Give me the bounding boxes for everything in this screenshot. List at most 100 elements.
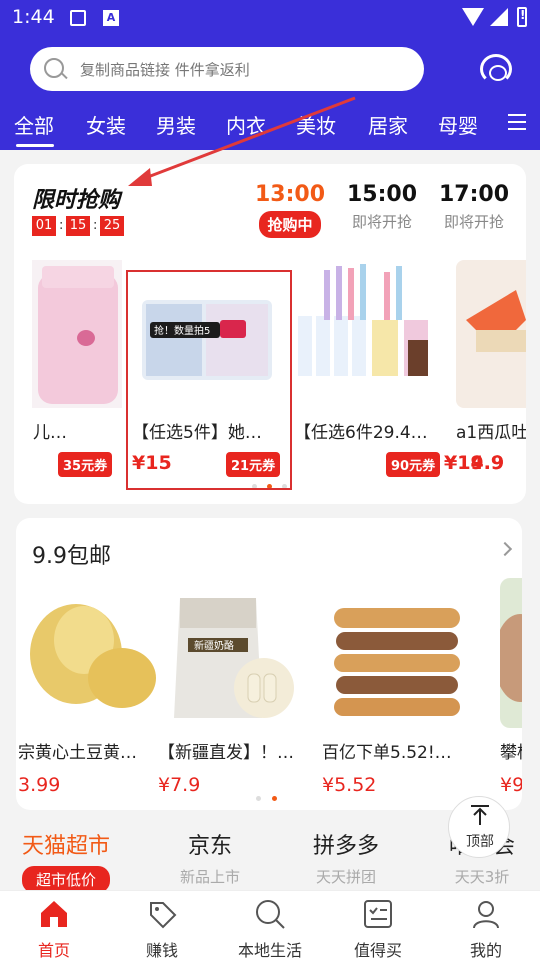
nav-me[interactable]: 我的 [432, 897, 540, 960]
channel-subtitle: 天天拼团 [315, 868, 376, 886]
channel-subtitle: 天天3折 [454, 868, 510, 886]
category-tabs: 全部 女装 男装 内衣 美妆 居家 母婴 [0, 108, 500, 148]
countdown-seconds: 25 [100, 216, 124, 236]
product-card[interactable]: 新疆奶酪 【新疆直发】！… ¥7.9 [158, 578, 308, 808]
tab-all[interactable]: 全部 [14, 110, 54, 139]
product-card[interactable]: 装】婴儿… 35元券 [32, 260, 130, 490]
session-status: 即将开抢 [351, 213, 412, 231]
product-image [322, 578, 472, 728]
bag-label-text: 新疆奶酪 [194, 639, 234, 652]
product-image [294, 260, 442, 408]
tag-icon [150, 902, 177, 929]
product-image [32, 260, 130, 408]
customer-service-icon[interactable] [480, 54, 512, 84]
nav-label: 本地生活 [237, 941, 302, 960]
session-1700[interactable]: 17:00 即将开抢 [434, 182, 514, 232]
session-status: 即将开抢 [443, 213, 504, 231]
product-price: ¥5.52 [322, 774, 377, 796]
status-time: 1:44 [12, 6, 55, 28]
product-name: 【任选6件29.4… [294, 423, 428, 443]
session-1300[interactable]: 13:00 抢购中 [250, 182, 330, 238]
session-time: 15:00 [346, 182, 418, 207]
session-1500[interactable]: 15:00 即将开抢 [342, 182, 422, 232]
product-card[interactable]: 百亿下单5.52!… ¥5.52 [322, 578, 472, 808]
channel-name: 拼多多 [312, 834, 379, 859]
product-card[interactable]: 攀枝 ¥9 [500, 578, 522, 808]
active-tab-indicator [16, 144, 54, 147]
product-price: ¥7.9 [158, 774, 201, 796]
nav-earn[interactable]: 赚钱 [108, 897, 216, 960]
search-placeholder: 复制商品链接 件件拿返利 [80, 61, 250, 79]
selection-highlight-box [126, 270, 292, 490]
nav-label: 首页 [37, 941, 70, 960]
battery-icon [517, 7, 527, 27]
coupon-badge: 90元券 [386, 452, 441, 477]
tab-beauty[interactable]: 美妆 [296, 110, 336, 139]
session-time: 17:00 [438, 182, 510, 207]
channel-name: 京东 [187, 834, 232, 859]
tab-women[interactable]: 女装 [86, 110, 126, 139]
status-bar: 1:44 A [0, 0, 540, 38]
product-card[interactable]: 【任选6件29.4… 90元券 ¥19.9 [294, 260, 504, 490]
carousel-dot-active [272, 796, 277, 801]
countdown-separator: : [59, 218, 64, 233]
nine-nine-card: 9.9包邮 宗黄心土豆黄… 3.99 新疆奶酪 【新疆直发】！… ¥7.9 百亿… [16, 518, 522, 810]
product-name: 【新疆直发】！… [158, 743, 294, 763]
back-to-top-label: 顶部 [466, 834, 494, 850]
product-name: a1西瓜吐 [456, 423, 526, 443]
nine-nine-product-list: 宗黄心土豆黄… 3.99 新疆奶酪 【新疆直发】！… ¥7.9 百亿下单5.52… [16, 578, 522, 808]
product-name: 攀枝 [500, 743, 522, 763]
product-price: ¥9 [500, 774, 522, 796]
tab-men[interactable]: 男装 [156, 110, 196, 139]
channel-tmall[interactable]: 天猫超市 超市低价 [6, 828, 126, 893]
arrow-up-icon [471, 805, 489, 825]
channel-name: 天猫超市 [21, 834, 110, 859]
channel-subtitle: 新品上市 [179, 868, 240, 886]
nav-label: 我的 [469, 941, 502, 960]
home-icon [41, 901, 67, 927]
product-card[interactable]: 宗黄心土豆黄… 3.99 [18, 578, 168, 808]
product-name: 宗黄心土豆黄… [18, 743, 137, 763]
session-status: 抢购中 [259, 211, 321, 238]
search-icon [256, 900, 285, 929]
countdown-separator: : [93, 218, 98, 233]
user-icon [473, 901, 499, 929]
tab-baby[interactable]: 母婴 [438, 110, 478, 139]
signal-icon [490, 8, 508, 26]
product-image [18, 578, 168, 728]
search-bar[interactable]: 复制商品链接 件件拿返利 [30, 47, 424, 91]
nav-worth-buying[interactable]: 值得买 [324, 897, 432, 960]
countdown-minutes: 15 [66, 216, 90, 236]
app-header: 1:44 A 复制商品链接 件件拿返利 全部 女装 男装 内衣 美妆 居家 母婴 [0, 0, 540, 150]
product-name: 装】婴儿… [32, 423, 67, 443]
checklist-icon [364, 900, 392, 928]
nav-home[interactable]: 首页 [0, 897, 108, 960]
channel-subtitle: 超市低价 [21, 866, 110, 893]
tab-home[interactable]: 居家 [368, 110, 408, 139]
search-icon [44, 58, 64, 78]
nav-local[interactable]: 本地生活 [216, 897, 324, 960]
coupon-badge: 35元券 [58, 452, 113, 477]
countdown-hours: 01 [32, 216, 56, 236]
product-image: 新疆奶酪 [158, 578, 308, 728]
nav-label: 值得买 [353, 941, 402, 960]
flash-sale-title: 限时抢购 [32, 188, 121, 213]
chevron-right-icon[interactable] [497, 541, 513, 557]
product-price: 3.99 [18, 774, 61, 796]
nine-nine-title: 9.9包邮 [32, 544, 111, 569]
back-to-top-button[interactable]: 顶部 [448, 796, 510, 858]
image-notification-icon [70, 10, 86, 26]
tab-underwear[interactable]: 内衣 [226, 110, 266, 139]
app-notification-icon: A [103, 10, 119, 26]
channel-pdd[interactable]: 拼多多 天天拼团 [286, 828, 406, 887]
nav-label: 赚钱 [145, 941, 178, 960]
carousel-dot [256, 796, 261, 801]
bottom-navigation: 首页 赚钱 本地生活 值得买 我的 [0, 890, 540, 960]
channel-jd[interactable]: 京东 新品上市 [150, 828, 270, 887]
product-name: 百亿下单5.52!… [322, 743, 452, 763]
product-image [456, 260, 526, 408]
wifi-icon [462, 8, 484, 26]
session-time: 13:00 [254, 182, 326, 207]
product-image [500, 578, 522, 728]
menu-icon[interactable] [508, 114, 526, 130]
